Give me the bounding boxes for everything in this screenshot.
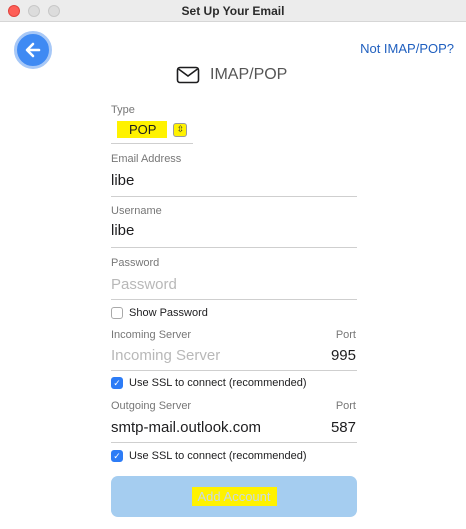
- envelope-icon: [176, 66, 200, 84]
- arrow-left-circle-icon: [25, 42, 41, 58]
- outgoing-server-label: Outgoing Server: [111, 400, 192, 412]
- title-bar: Set Up Your Email: [0, 0, 466, 22]
- show-password-checkbox[interactable]: Show Password: [111, 307, 208, 319]
- back-button[interactable]: [14, 31, 52, 69]
- checkmark-icon: ✓: [111, 450, 123, 462]
- username-label: Username: [111, 205, 162, 217]
- password-divider: [111, 299, 357, 300]
- outgoing-port-field[interactable]: 587: [331, 419, 356, 436]
- email-address-label: Email Address: [111, 153, 182, 165]
- not-imap-pop-link[interactable]: Not IMAP/POP?: [360, 41, 454, 56]
- outgoing-ssl-checkbox[interactable]: ✓ Use SSL to connect (recommended): [111, 450, 307, 462]
- heading-text: IMAP/POP: [210, 66, 288, 83]
- checkbox-unchecked-icon: [111, 307, 123, 319]
- type-value: POP: [117, 121, 168, 138]
- add-account-label: Add Account: [191, 487, 277, 506]
- type-select[interactable]: POP ⇳: [117, 121, 188, 138]
- outgoing-divider: [111, 442, 357, 443]
- incoming-divider: [111, 370, 357, 371]
- type-label: Type: [111, 104, 135, 116]
- email-address-field[interactable]: libe: [111, 172, 134, 189]
- incoming-ssl-label: Use SSL to connect (recommended): [129, 377, 307, 389]
- incoming-server-field[interactable]: Incoming Server: [111, 347, 220, 364]
- window-title: Set Up Your Email: [181, 4, 285, 18]
- incoming-server-label: Incoming Server: [111, 329, 192, 341]
- password-label: Password: [111, 257, 160, 269]
- type-divider: [111, 143, 193, 144]
- add-account-button[interactable]: Add Account: [111, 476, 357, 517]
- account-type-heading: IMAP/POP: [176, 66, 287, 84]
- email-divider: [111, 196, 357, 197]
- incoming-port-field[interactable]: 995: [331, 347, 356, 364]
- outgoing-server-field[interactable]: smtp-mail.outlook.com: [111, 419, 261, 436]
- show-password-label: Show Password: [129, 307, 208, 319]
- outgoing-ssl-label: Use SSL to connect (recommended): [129, 450, 307, 462]
- chevron-updown-icon: ⇳: [173, 122, 188, 137]
- checkmark-icon: ✓: [111, 377, 123, 389]
- incoming-port-label: Port: [335, 329, 356, 341]
- outgoing-port-label: Port: [335, 400, 356, 412]
- password-field[interactable]: Password: [111, 276, 177, 293]
- username-field[interactable]: libe: [111, 222, 134, 239]
- incoming-ssl-checkbox[interactable]: ✓ Use SSL to connect (recommended): [111, 377, 307, 389]
- username-divider: [111, 247, 357, 248]
